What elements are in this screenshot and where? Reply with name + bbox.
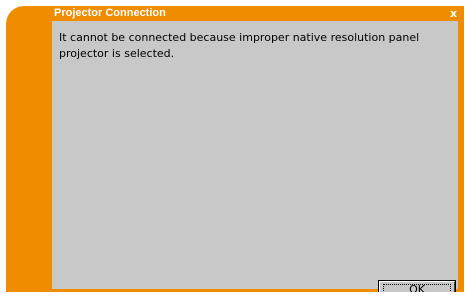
dialog-content: It cannot be connected because improper … bbox=[52, 21, 458, 292]
ok-button[interactable]: OK bbox=[378, 280, 456, 292]
ok-button-label: OK bbox=[409, 283, 425, 292]
dialog-title: Projector Connection bbox=[54, 7, 166, 19]
close-icon[interactable]: x bbox=[448, 7, 459, 20]
error-message: It cannot be connected because improper … bbox=[59, 31, 420, 60]
projector-connection-dialog: Projector Connection x It cannot be conn… bbox=[6, 6, 464, 292]
title-bar[interactable]: Projector Connection x bbox=[6, 6, 464, 21]
